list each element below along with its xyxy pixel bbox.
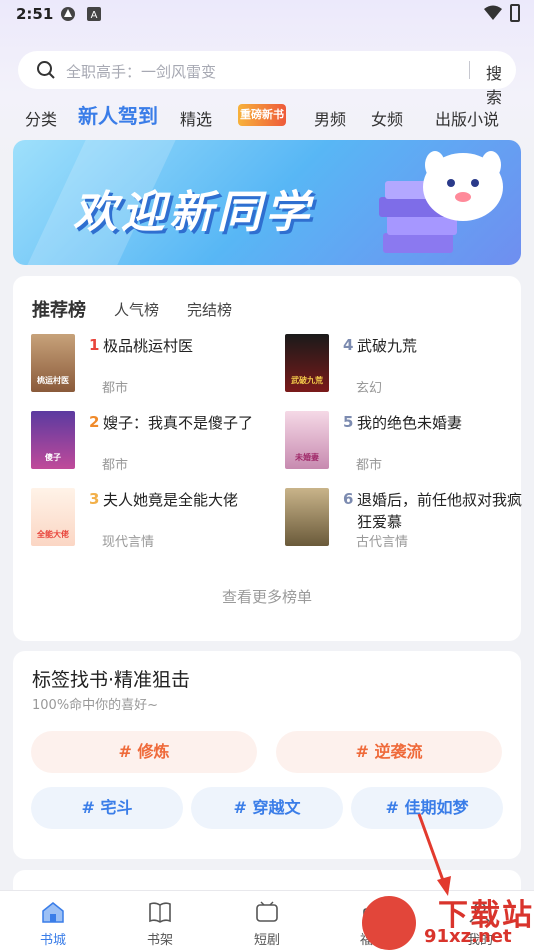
vpn-icon [61,7,75,21]
book-rank: 6 [343,490,354,508]
search-placeholder[interactable]: 全职高手：一剑风雷变 [66,61,216,82]
book-cover: 武破九荒 [285,334,329,392]
ranking-book-item[interactable]: 6 退婚后，前任他叔对我疯狂爱慕 古代言情 [285,488,525,550]
ranking-card: 推荐榜 人气榜 完结榜 桃运村医 1 极品桃运村医 都市 傻子 2 嫂子：我真不… [13,276,522,641]
book-title: 夫人她竟是全能大佬 [103,491,239,509]
book-category: 都市 [102,458,129,473]
battery-icon [510,4,520,22]
tab-recommended[interactable]: 推荐榜 [32,296,86,322]
search-icon [37,61,55,79]
book-rank: 3 [89,490,100,508]
nav-tab-male[interactable]: 男频 [314,106,346,130]
more-rankings-link[interactable]: 查看更多榜单 [13,586,521,607]
ranking-book-item[interactable]: 未婚妻 5 我的绝色未婚妻 都市 [285,411,525,473]
tab-completed[interactable]: 完结榜 [187,299,232,320]
tag-cultivation[interactable]: # 修炼 [31,731,257,773]
book-cover: 未婚妻 [285,411,329,469]
nav-tab-published[interactable]: 出版小说 [435,106,499,130]
tab-bookstore[interactable]: 书城 [23,891,83,950]
tags-subtitle: 100%命中你的喜好~ [32,698,159,713]
book-category: 古代言情 [356,535,409,550]
book-title: 嫂子：我真不是傻子了 [103,414,254,432]
tag-time-travel[interactable]: # 穿越文 [191,787,343,829]
book-category: 都市 [102,381,129,396]
book-category: 现代言情 [102,535,155,550]
book-cover: 傻子 [31,411,75,469]
welcome-banner[interactable]: 欢迎新同学 [13,140,521,265]
ranking-book-item[interactable]: 傻子 2 嫂子：我真不是傻子了 都市 [31,411,271,473]
nav-tab-featured[interactable]: 精选 [180,106,212,130]
home-icon [42,902,64,923]
wifi-icon [484,5,502,20]
book-cover: 桃运村医 [31,334,75,392]
book-rank: 4 [343,336,354,354]
watermark-line2: 91xz.net [424,926,512,947]
svg-text:A: A [91,10,98,21]
nav-tab-newcomer[interactable]: 新人驾到 [78,100,158,129]
ranking-book-item[interactable]: 全能大佬 3 夫人她竟是全能大佬 现代言情 [31,488,271,550]
annotation-arrow-icon [417,813,451,896]
app-notification-icon: A [87,7,101,21]
nav-tab-new-books-logo[interactable]: 重磅新书 [238,104,286,126]
book-title: 极品桃运村医 [103,337,194,355]
book-cover [285,488,329,546]
mascot-books-illustration [379,151,503,253]
tab-bookshelf[interactable]: 书架 [130,891,190,950]
book-rank: 1 [89,336,100,354]
banner-title: 欢迎新同学 [73,187,313,238]
search-bar[interactable]: 全职高手：一剑风雷变 搜索 [18,51,516,107]
video-icon [256,901,278,922]
book-icon [149,902,171,923]
ranking-book-item[interactable]: 桃运村医 1 极品桃运村医 都市 [31,334,271,396]
tab-popular[interactable]: 人气榜 [114,299,159,320]
category-nav: 分类 新人驾到 精选 重磅新书 男频 女频 出版小说 [0,98,534,134]
status-time: 2:51 [16,5,54,23]
book-rank: 2 [89,413,100,431]
book-title: 退婚后，前任他叔对我疯狂爱慕 [357,491,523,531]
nav-tab-category[interactable]: 分类 [25,106,57,130]
book-cover: 全能大佬 [31,488,75,546]
tag-comeback[interactable]: # 逆袭流 [276,731,502,773]
book-rank: 5 [343,413,354,431]
book-title: 武破九荒 [357,337,418,355]
status-bar: 2:51 A [0,0,534,30]
tab-short-drama[interactable]: 短剧 [237,891,297,950]
tag-house-fight[interactable]: # 宅斗 [31,787,183,829]
book-category: 都市 [356,458,383,473]
search-divider [469,61,470,79]
watermark-logo: 下载站 91xz.net [362,888,534,950]
book-category: 玄幻 [356,381,383,396]
nav-tab-female[interactable]: 女频 [371,106,403,130]
watermark-circle [362,896,416,950]
ranking-book-item[interactable]: 武破九荒 4 武破九荒 玄幻 [285,334,525,396]
tags-title: 标签找书·精准狙击 [32,669,191,691]
book-title: 我的绝色未婚妻 [357,414,463,432]
